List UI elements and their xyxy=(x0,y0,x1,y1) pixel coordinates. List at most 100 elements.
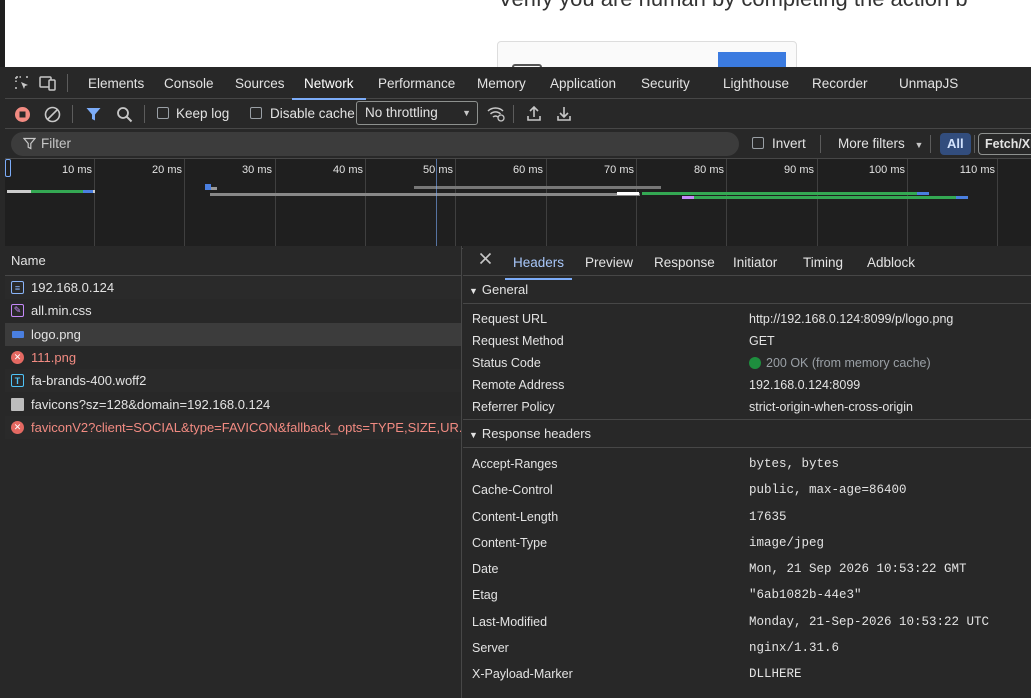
header-value: DLLHERE xyxy=(749,667,802,682)
filter-fetch-xhr-button[interactable]: Fetch/XH xyxy=(978,133,1031,155)
header-row: Server nginx/1.31.6 xyxy=(463,638,1031,664)
waterfall-bar xyxy=(956,196,968,199)
tab-recorder[interactable]: Recorder xyxy=(812,67,868,99)
toolbar-separator xyxy=(513,105,514,123)
tab-separator xyxy=(67,73,68,92)
triangle-down-icon: ▼ xyxy=(469,286,478,296)
tab-unmapjs[interactable]: UnmapJS xyxy=(899,67,958,99)
inspect-element-icon[interactable] xyxy=(11,72,33,94)
tab-application[interactable]: Application xyxy=(550,67,616,99)
header-value: strict-origin-when-cross-origin xyxy=(749,400,913,414)
header-key: Content-Type xyxy=(472,535,548,550)
tick-label: 20 ms xyxy=(152,164,182,176)
header-value: http://192.168.0.124:8099/p/logo.png xyxy=(749,312,954,326)
timeline-overview[interactable]: 10 ms 20 ms 30 ms 40 ms 50 ms 60 ms 70 m… xyxy=(5,159,1031,249)
network-toolbar: Keep log Disable cache No throttling ▼ xyxy=(5,99,1031,129)
stylesheet-icon: ✎ xyxy=(11,304,24,318)
error-icon: ✕ xyxy=(11,351,24,365)
tab-lighthouse[interactable]: Lighthouse xyxy=(723,67,789,99)
header-row: Cache-Control public, max-age=86400 xyxy=(463,480,1031,506)
device-toolbar-icon[interactable] xyxy=(37,72,59,94)
tab-adblock[interactable]: Adblock xyxy=(867,246,915,279)
verification-widget[interactable] xyxy=(497,41,797,67)
status-text: 200 OK (from memory cache) xyxy=(766,356,931,370)
overview-handle[interactable] xyxy=(5,159,11,177)
request-row[interactable]: favicons?sz=128&domain=192.168.0.124 xyxy=(5,392,461,415)
image-icon xyxy=(11,328,24,341)
tab-timing[interactable]: Timing xyxy=(803,246,843,279)
header-key: Request Method xyxy=(472,334,564,348)
filter-icon xyxy=(22,137,37,153)
tick-label: 60 ms xyxy=(513,164,543,176)
tick-label: 80 ms xyxy=(694,164,724,176)
tab-initiator[interactable]: Initiator xyxy=(733,246,777,279)
filter-funnel-icon[interactable] xyxy=(85,106,102,126)
dom-content-loaded-line xyxy=(436,159,437,248)
tab-security[interactable]: Security xyxy=(641,67,690,99)
more-filters-dropdown[interactable]: More filters ▼ xyxy=(838,136,923,151)
page-heading: Verify you are human by completing the a… xyxy=(498,0,968,12)
request-row[interactable]: logo.png xyxy=(5,322,461,346)
grid-line xyxy=(94,159,95,248)
keep-log-checkbox[interactable] xyxy=(157,107,169,119)
header-key: Server xyxy=(472,641,509,656)
filter-all-button[interactable]: All xyxy=(940,133,971,155)
header-row: Request Method GET xyxy=(463,331,1031,353)
response-headers-section: Accept-Ranges bytes, bytes Cache-Control p… xyxy=(463,448,1031,691)
chevron-down-icon: ▼ xyxy=(914,140,924,150)
page-left-edge xyxy=(0,0,5,67)
header-value: Mon, 21 Sep 2026 10:53:22 GMT xyxy=(749,562,967,577)
toolbar-separator xyxy=(72,105,73,123)
waterfall-bar xyxy=(414,186,661,189)
request-row[interactable]: ≡ 192.168.0.124 xyxy=(5,276,461,300)
tab-response[interactable]: Response xyxy=(654,246,715,279)
network-conditions-icon[interactable] xyxy=(486,105,506,126)
tab-headers[interactable]: Headers xyxy=(504,246,573,280)
import-har-icon[interactable] xyxy=(526,105,542,125)
tab-memory[interactable]: Memory xyxy=(477,67,526,99)
header-row: Date Mon, 21 Sep 2026 10:53:22 GMT xyxy=(463,559,1031,585)
header-value: "6ab1082b-44e3" xyxy=(749,588,862,603)
section-title: General xyxy=(481,282,529,297)
more-filters-label: More filters xyxy=(838,136,905,151)
close-icon[interactable] xyxy=(479,252,492,268)
disable-cache-checkbox[interactable] xyxy=(250,107,262,119)
header-key: Etag xyxy=(472,588,498,603)
tab-sources[interactable]: Sources xyxy=(235,67,285,99)
search-icon[interactable] xyxy=(116,106,133,126)
header-row: Content-Length 17635 xyxy=(463,507,1031,533)
header-row: Etag "6ab1082b-44e3" xyxy=(463,585,1031,611)
tab-network[interactable]: Network xyxy=(292,67,365,100)
request-row[interactable]: ✕ faviconV2?client=SOCIAL&type=FAVICON&f… xyxy=(5,415,461,440)
waterfall-bar xyxy=(682,196,694,199)
request-name: 192.168.0.124 xyxy=(31,280,115,296)
filter-input[interactable]: Filter xyxy=(11,132,739,156)
section-title: Response headers xyxy=(481,426,592,441)
tab-console[interactable]: Console xyxy=(164,67,214,99)
throttling-select[interactable]: No throttling ▼ xyxy=(356,101,478,125)
grid-line xyxy=(455,159,456,248)
grid-line xyxy=(184,159,185,248)
request-name: 111.png xyxy=(31,350,77,366)
font-icon: T xyxy=(11,374,24,388)
request-row[interactable]: ✎ all.min.css xyxy=(5,299,461,322)
record-stop-icon[interactable] xyxy=(14,106,31,126)
request-row[interactable]: T fa-brands-400.woff2 xyxy=(5,369,461,393)
tab-performance[interactable]: Performance xyxy=(378,67,455,99)
export-har-icon[interactable] xyxy=(556,105,572,125)
file-icon xyxy=(11,397,24,411)
details-tabbar: Headers Preview Response Initiator Timin… xyxy=(463,246,1031,280)
invert-checkbox[interactable] xyxy=(752,137,764,149)
general-section-header[interactable]: ▼ General xyxy=(463,276,1031,304)
waterfall-bar xyxy=(31,190,83,193)
response-headers-section-header[interactable]: ▼ Response headers xyxy=(463,420,1031,448)
tick-label: 50 ms xyxy=(423,164,453,176)
tab-preview[interactable]: Preview xyxy=(585,246,633,279)
toolbar-separator xyxy=(144,105,145,123)
request-row[interactable]: ✕ 111.png xyxy=(5,346,461,369)
clear-icon[interactable] xyxy=(44,106,61,126)
header-value: 192.168.0.124:8099 xyxy=(749,378,861,392)
header-value: nginx/1.31.6 xyxy=(749,641,840,656)
tab-elements[interactable]: Elements xyxy=(88,67,144,99)
name-column-header[interactable]: Name xyxy=(5,246,461,276)
